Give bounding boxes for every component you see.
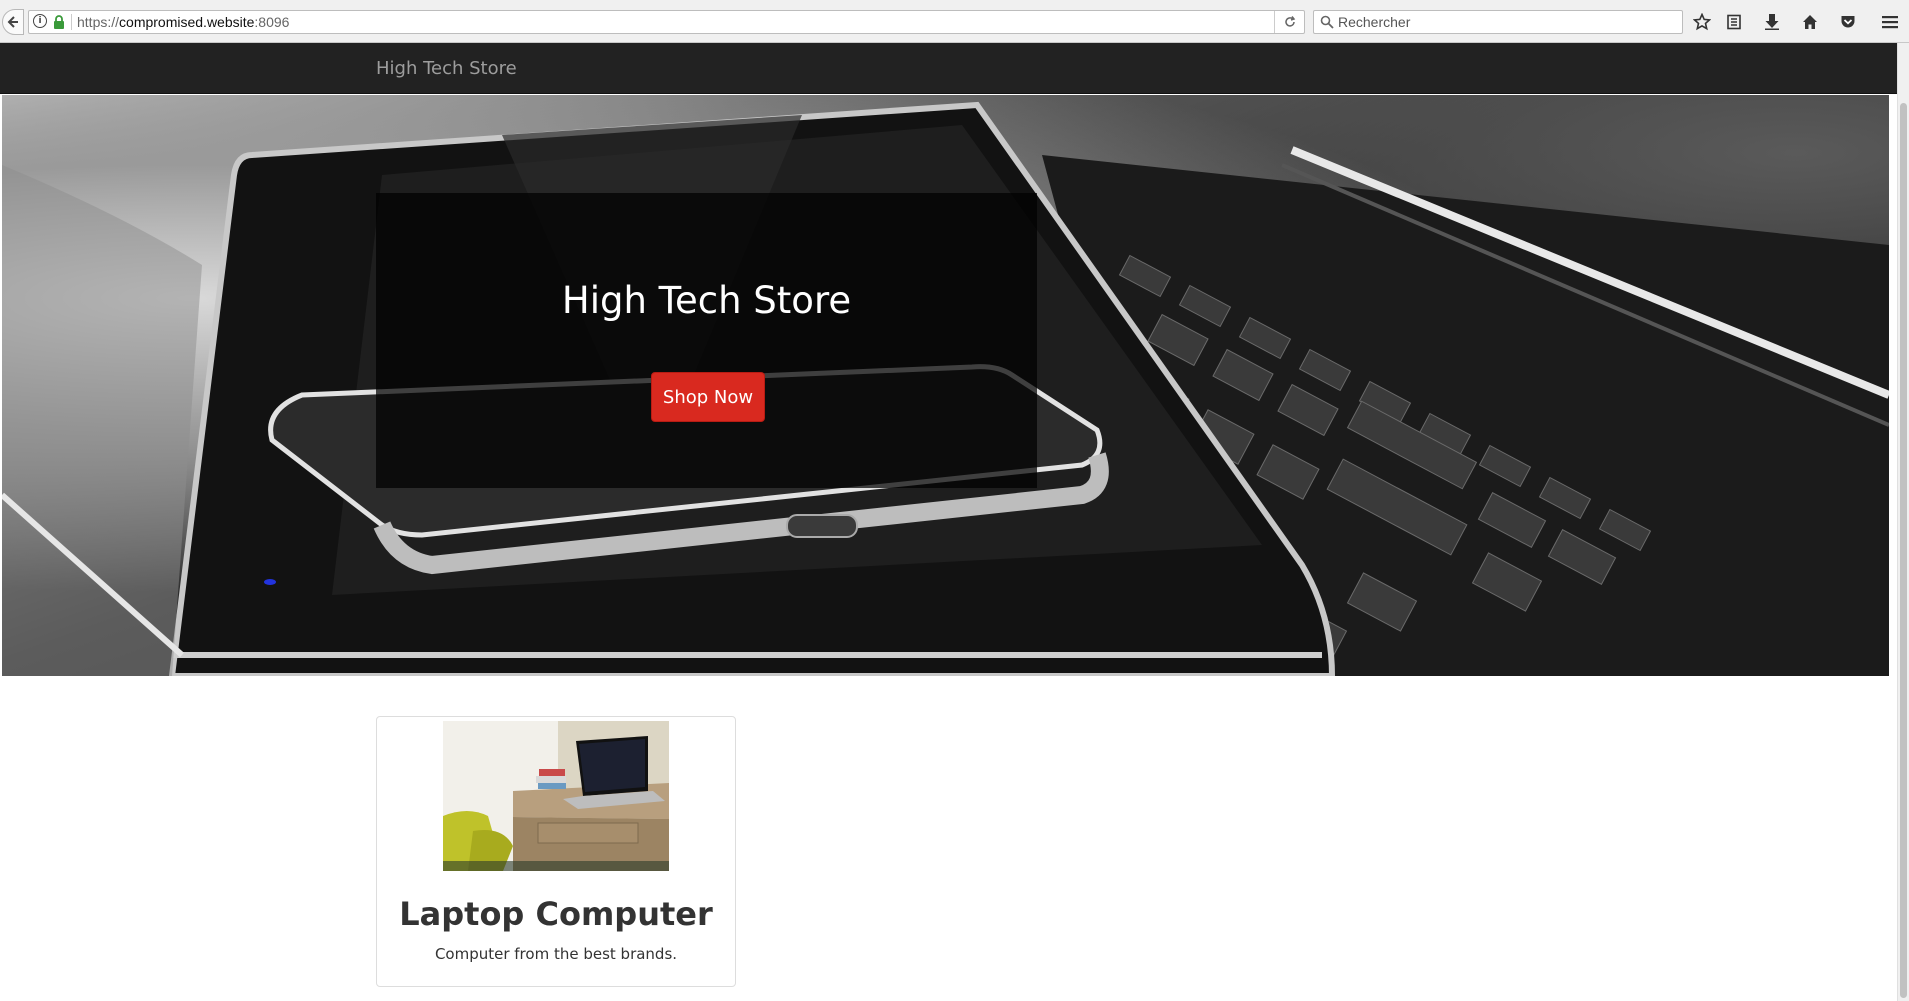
lock-icon[interactable] — [53, 15, 65, 29]
back-button[interactable] — [2, 9, 24, 35]
hero-title: High Tech Store — [561, 279, 852, 322]
shop-now-button[interactable]: Shop Now — [651, 372, 765, 422]
reload-button[interactable] — [1274, 11, 1304, 33]
page-scrollbar[interactable] — [1897, 43, 1909, 1001]
site-navbar: High Tech Store — [0, 43, 1897, 94]
hero-overlay-box: High Tech Store Shop Now — [376, 193, 1037, 488]
search-icon — [1320, 15, 1334, 29]
url-separator — [71, 14, 72, 30]
pocket-icon[interactable] — [1838, 12, 1858, 32]
back-arrow-icon — [7, 16, 18, 28]
laptop-on-desk-image — [443, 721, 669, 871]
home-icon[interactable] — [1800, 12, 1820, 32]
url-host: compromised.website — [119, 14, 255, 30]
site-info-icon[interactable]: i — [33, 14, 47, 28]
menu-icon[interactable] — [1880, 12, 1900, 32]
url-port: :8096 — [254, 14, 290, 30]
search-placeholder: Rechercher — [1338, 14, 1411, 30]
reload-icon — [1284, 16, 1295, 27]
address-bar[interactable]: i https://compromised.website:8096 — [28, 10, 1305, 34]
scrollbar-thumb[interactable] — [1900, 103, 1907, 998]
search-input[interactable]: Rechercher — [1313, 10, 1683, 34]
browser-toolbar: i https://compromised.website:8096 Reche… — [0, 0, 1909, 43]
navbar-brand[interactable]: High Tech Store — [376, 58, 517, 79]
hero-banner: High Tech Store Shop Now — [2, 95, 1889, 676]
product-card[interactable]: Laptop Computer Computer from the best b… — [376, 716, 736, 987]
product-title[interactable]: Laptop Computer — [377, 895, 735, 933]
url-text[interactable]: https://compromised.website:8096 — [77, 14, 289, 30]
url-scheme: https:// — [77, 14, 120, 30]
download-icon[interactable] — [1762, 12, 1782, 32]
bookmark-star-icon[interactable] — [1692, 12, 1712, 32]
product-image[interactable] — [443, 721, 669, 871]
reading-list-icon[interactable] — [1724, 12, 1744, 32]
product-description: Computer from the best brands. — [434, 945, 678, 963]
